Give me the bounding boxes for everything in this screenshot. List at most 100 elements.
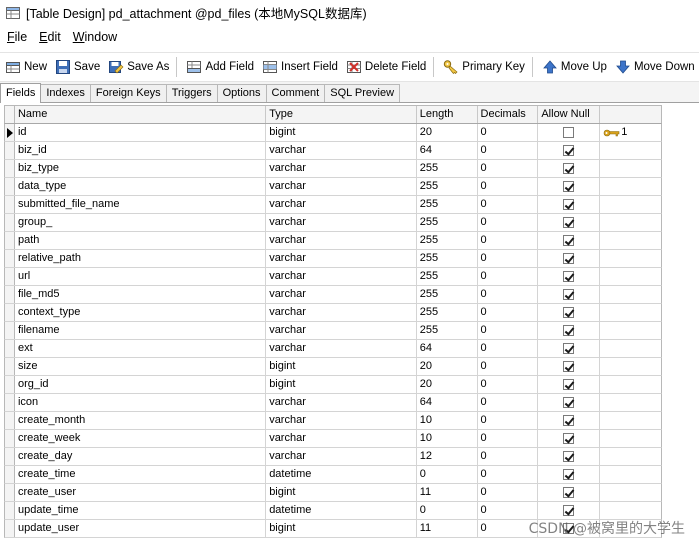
- key-cell[interactable]: [600, 430, 661, 447]
- field-type-cell[interactable]: varchar: [266, 430, 417, 447]
- field-name-cell[interactable]: create_time: [15, 466, 267, 483]
- table-row[interactable]: url varchar 255 0: [4, 268, 662, 286]
- add-field-button[interactable]: Add Field: [183, 55, 257, 79]
- allow-null-checkbox[interactable]: [563, 397, 575, 408]
- table-row[interactable]: icon varchar 64 0: [4, 394, 662, 412]
- field-decimals-cell[interactable]: 0: [478, 502, 539, 519]
- row-indicator[interactable]: [5, 376, 15, 393]
- field-name-cell[interactable]: context_type: [15, 304, 267, 321]
- table-row[interactable]: create_user bigint 11 0: [4, 484, 662, 502]
- field-length-cell[interactable]: 10: [417, 430, 478, 447]
- move-down-button[interactable]: Move Down: [612, 55, 698, 79]
- field-length-cell[interactable]: 11: [417, 484, 478, 501]
- field-length-cell[interactable]: 11: [417, 520, 478, 537]
- field-length-cell[interactable]: 255: [417, 304, 478, 321]
- row-indicator[interactable]: [5, 340, 15, 357]
- row-indicator[interactable]: [5, 502, 15, 519]
- field-decimals-cell[interactable]: 0: [478, 466, 539, 483]
- field-decimals-cell[interactable]: 0: [478, 196, 539, 213]
- key-cell[interactable]: [600, 358, 661, 375]
- field-length-cell[interactable]: 20: [417, 124, 478, 141]
- field-decimals-cell[interactable]: 0: [478, 142, 539, 159]
- table-row[interactable]: biz_type varchar 255 0: [4, 160, 662, 178]
- field-name-cell[interactable]: create_user: [15, 484, 267, 501]
- allow-null-checkbox[interactable]: [563, 415, 575, 426]
- delete-field-button[interactable]: Delete Field: [343, 55, 429, 79]
- field-decimals-cell[interactable]: 0: [478, 232, 539, 249]
- field-length-cell[interactable]: 255: [417, 196, 478, 213]
- field-decimals-cell[interactable]: 0: [478, 412, 539, 429]
- field-name-cell[interactable]: ext: [15, 340, 267, 357]
- key-cell[interactable]: [600, 160, 661, 177]
- field-decimals-cell[interactable]: 0: [478, 214, 539, 231]
- insert-field-button[interactable]: Insert Field: [259, 55, 341, 79]
- field-name-cell[interactable]: create_month: [15, 412, 267, 429]
- field-type-cell[interactable]: varchar: [266, 250, 417, 267]
- column-header-name[interactable]: Name: [15, 106, 267, 123]
- key-cell[interactable]: [600, 268, 661, 285]
- field-decimals-cell[interactable]: 0: [478, 178, 539, 195]
- table-row[interactable]: data_type varchar 255 0: [4, 178, 662, 196]
- field-name-cell[interactable]: icon: [15, 394, 267, 411]
- primary-key-button[interactable]: Primary Key: [440, 55, 528, 79]
- table-row[interactable]: group_ varchar 255 0: [4, 214, 662, 232]
- field-type-cell[interactable]: varchar: [266, 340, 417, 357]
- table-row[interactable]: create_month varchar 10 0: [4, 412, 662, 430]
- key-cell[interactable]: [600, 394, 661, 411]
- table-row[interactable]: biz_id varchar 64 0: [4, 142, 662, 160]
- field-type-cell[interactable]: varchar: [266, 178, 417, 195]
- row-indicator[interactable]: [5, 232, 15, 249]
- field-length-cell[interactable]: 255: [417, 160, 478, 177]
- field-type-cell[interactable]: datetime: [266, 466, 417, 483]
- row-indicator[interactable]: [5, 430, 15, 447]
- table-row[interactable]: org_id bigint 20 0: [4, 376, 662, 394]
- field-length-cell[interactable]: 12: [417, 448, 478, 465]
- field-length-cell[interactable]: 255: [417, 268, 478, 285]
- field-type-cell[interactable]: varchar: [266, 322, 417, 339]
- row-indicator[interactable]: [5, 286, 15, 303]
- field-type-cell[interactable]: bigint: [266, 520, 417, 537]
- field-type-cell[interactable]: varchar: [266, 268, 417, 285]
- key-cell[interactable]: [600, 340, 661, 357]
- allow-null-checkbox[interactable]: [563, 235, 575, 246]
- save-button[interactable]: Save: [52, 55, 103, 79]
- table-row[interactable]: context_type varchar 255 0: [4, 304, 662, 322]
- row-indicator[interactable]: [5, 322, 15, 339]
- table-row[interactable]: filename varchar 255 0: [4, 322, 662, 340]
- field-decimals-cell[interactable]: 0: [478, 448, 539, 465]
- field-type-cell[interactable]: bigint: [266, 124, 417, 141]
- field-length-cell[interactable]: 20: [417, 376, 478, 393]
- field-name-cell[interactable]: id: [15, 124, 267, 141]
- field-type-cell[interactable]: datetime: [266, 502, 417, 519]
- field-decimals-cell[interactable]: 0: [478, 376, 539, 393]
- field-name-cell[interactable]: create_day: [15, 448, 267, 465]
- allow-null-checkbox[interactable]: [563, 217, 575, 228]
- save-as-button[interactable]: Save As: [105, 55, 172, 79]
- allow-null-checkbox[interactable]: [563, 271, 575, 282]
- table-row[interactable]: create_day varchar 12 0: [4, 448, 662, 466]
- field-name-cell[interactable]: path: [15, 232, 267, 249]
- row-indicator[interactable]: [5, 268, 15, 285]
- allow-null-checkbox[interactable]: [563, 505, 575, 516]
- table-row[interactable]: file_md5 varchar 255 0: [4, 286, 662, 304]
- allow-null-checkbox[interactable]: [563, 451, 575, 462]
- field-length-cell[interactable]: 10: [417, 412, 478, 429]
- field-decimals-cell[interactable]: 0: [478, 304, 539, 321]
- field-type-cell[interactable]: bigint: [266, 484, 417, 501]
- menu-file[interactable]: File: [6, 30, 28, 44]
- row-indicator[interactable]: [5, 160, 15, 177]
- field-type-cell[interactable]: varchar: [266, 412, 417, 429]
- key-cell[interactable]: [600, 376, 661, 393]
- tab-comment[interactable]: Comment: [265, 84, 326, 102]
- allow-null-checkbox[interactable]: [563, 361, 575, 372]
- table-row[interactable]: submitted_file_name varchar 255 0: [4, 196, 662, 214]
- key-cell[interactable]: [600, 196, 661, 213]
- key-cell[interactable]: [600, 484, 661, 501]
- field-length-cell[interactable]: 255: [417, 214, 478, 231]
- key-cell[interactable]: [600, 502, 661, 519]
- allow-null-checkbox[interactable]: [563, 325, 575, 336]
- field-name-cell[interactable]: relative_path: [15, 250, 267, 267]
- field-decimals-cell[interactable]: 0: [478, 160, 539, 177]
- tab-indexes[interactable]: Indexes: [40, 84, 91, 102]
- field-type-cell[interactable]: varchar: [266, 394, 417, 411]
